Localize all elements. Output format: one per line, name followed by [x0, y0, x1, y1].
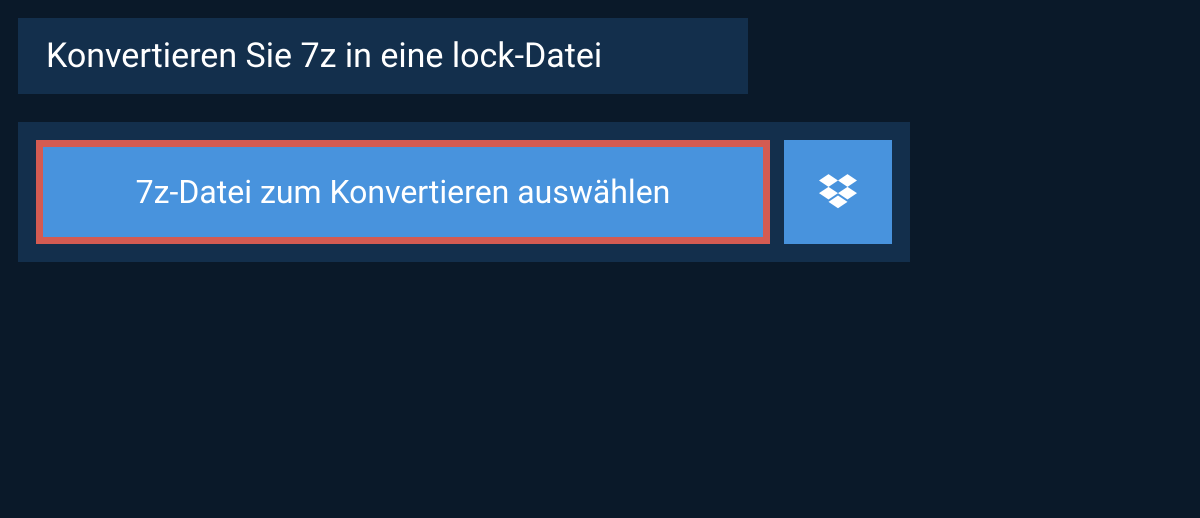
dropbox-button[interactable]	[784, 140, 892, 244]
select-file-button[interactable]: 7z-Datei zum Konvertieren auswählen	[36, 140, 770, 244]
dropbox-icon	[819, 171, 857, 213]
select-file-label: 7z-Datei zum Konvertieren auswählen	[136, 173, 671, 211]
page-title: Konvertieren Sie 7z in eine lock-Datei	[46, 36, 720, 76]
header-bar: Konvertieren Sie 7z in eine lock-Datei	[18, 18, 748, 94]
upload-panel: 7z-Datei zum Konvertieren auswählen	[18, 122, 910, 262]
